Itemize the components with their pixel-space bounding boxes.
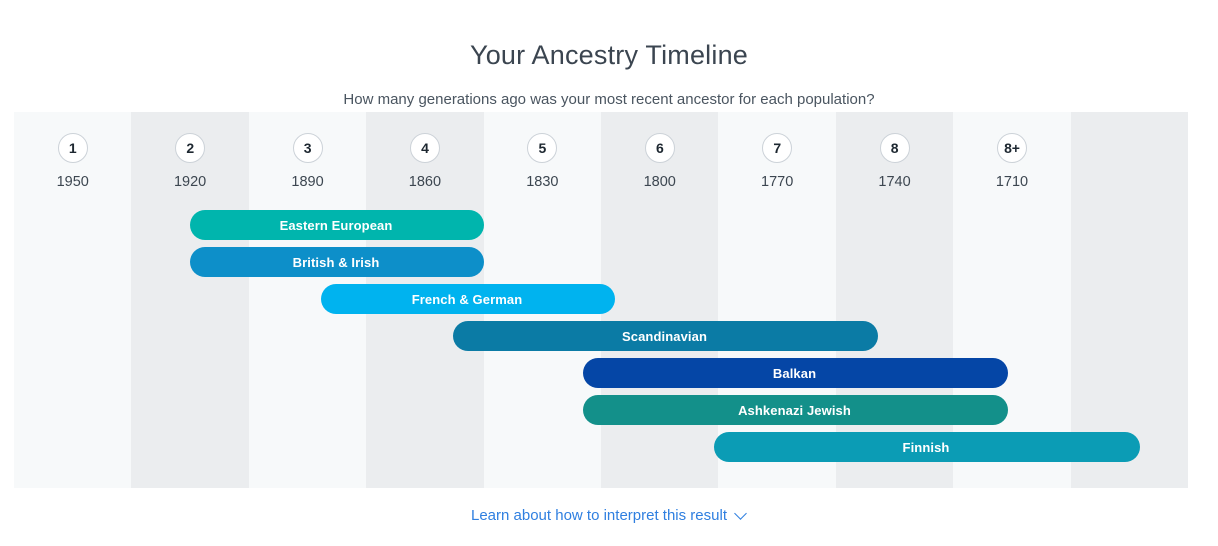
timeline-bar-finnish[interactable]: Finnish: [714, 432, 1140, 462]
timeline-bar-label: Ashkenazi Jewish: [738, 402, 851, 418]
timeline-bar-scandinavian[interactable]: Scandinavian: [453, 321, 878, 351]
timeline-bar-label: Finnish: [902, 439, 950, 455]
timeline-bar-british-irish[interactable]: British & Irish: [190, 247, 484, 277]
ancestry-timeline-chart: 1 1950 2 1920 3 1890 4 1860 5 1830 6 1800 7 1770 8 1740…: [14, 112, 1189, 488]
page-subtitle: How many generations ago was your most r…: [343, 91, 875, 108]
timeline-bar-french-german[interactable]: French & German: [321, 284, 615, 314]
interpret-link-row: Learn about how to interpret this result: [0, 505, 1218, 527]
timeline-bar-label: Eastern European: [279, 217, 393, 233]
interpret-result-link[interactable]: Learn about how to interpret this result: [471, 505, 747, 527]
timeline-bars: Eastern European British & Irish French & …: [14, 112, 1188, 488]
timeline-bar-eastern-european[interactable]: Eastern European: [190, 210, 484, 240]
timeline-bar-label: Balkan: [772, 365, 817, 381]
timeline-bar-label: British & Irish: [292, 254, 380, 270]
timeline-bar-balkan[interactable]: Balkan: [583, 358, 1008, 388]
timeline-bar-ashkenazi-jewish[interactable]: Ashkenazi Jewish: [583, 395, 1008, 425]
page-title: Your Ancestry Timeline: [469, 40, 749, 71]
chevron-down-icon: [736, 509, 747, 520]
timeline-bar-label: French & German: [411, 291, 523, 307]
interpret-result-link-label: Learn about how to interpret this result: [471, 507, 727, 524]
timeline-bar-label: Scandinavian: [621, 328, 707, 344]
